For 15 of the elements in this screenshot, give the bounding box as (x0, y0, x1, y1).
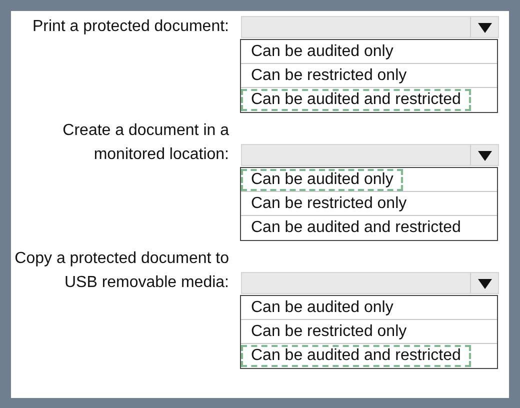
answer-option[interactable]: Can be audited and restricted (241, 89, 471, 111)
answer-option[interactable]: Can be restricted only (241, 320, 417, 342)
answer-option[interactable]: Can be audited only (241, 296, 404, 318)
answer-option[interactable]: Can be audited only (241, 168, 404, 190)
answer-option[interactable]: Can be restricted only (241, 64, 417, 86)
answer-option[interactable]: Can be audited only (241, 40, 404, 62)
answer-option[interactable]: Can be audited and restricted (241, 217, 471, 239)
question-label: Create a document in a monitored location: (62, 121, 229, 165)
dropdown-arrow-icon[interactable] (478, 23, 492, 33)
question-label: Copy a protected document to USB removable media: (14, 249, 229, 293)
dropdown-arrow-icon[interactable] (478, 151, 492, 161)
answer-option[interactable]: Can be restricted only (241, 192, 417, 214)
question-label: Print a protected document: (31, 17, 229, 37)
dropdown-arrow-icon[interactable] (478, 279, 492, 289)
answer-option[interactable]: Can be audited and restricted (241, 345, 471, 367)
